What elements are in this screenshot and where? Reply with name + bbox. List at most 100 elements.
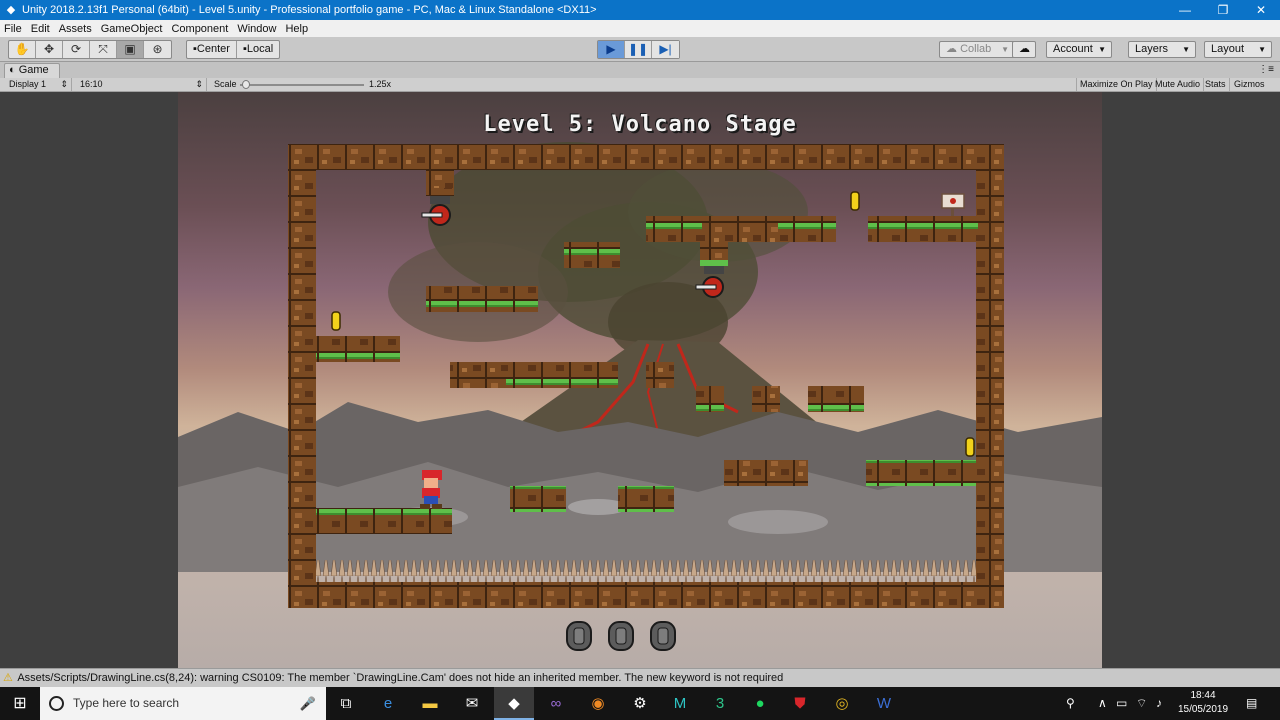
aspect-label: 16:10 [80, 79, 103, 89]
layers-dropdown[interactable]: Layers ▼ [1128, 41, 1196, 58]
move-tool-icon[interactable]: ✥ [36, 41, 63, 58]
windows-start-icon[interactable]: ⊞ [0, 687, 40, 720]
rotate-tool-icon[interactable]: ⟳ [63, 41, 90, 58]
unity-logo-icon: ◆ [6, 4, 16, 16]
edge-icon[interactable]: e [368, 687, 408, 720]
task-view-icon[interactable]: ⧉ [326, 687, 366, 720]
chevron-down-icon: ▼ [1258, 45, 1266, 54]
warning-icon: ⚠ [3, 672, 13, 684]
exit-sign [941, 193, 965, 216]
display-label: Display 1 [9, 79, 47, 89]
coin-slot [608, 621, 634, 651]
game-view-bar: Display 1 ⇕ 16:10 ⇕ Scale 1.25x Maximize… [0, 78, 1280, 92]
menu-edit[interactable]: Edit [31, 23, 50, 35]
chevron-up-icon[interactable]: ∧ [1098, 687, 1107, 720]
3ds-max-icon[interactable]: 3 [700, 687, 740, 720]
blender-icon[interactable]: ◉ [578, 687, 618, 720]
word-icon[interactable]: W [864, 687, 904, 720]
step-button-icon[interactable]: ▶| [652, 41, 679, 58]
network-icon[interactable]: ⌔ [1136, 687, 1147, 720]
scale-label: Scale [214, 79, 237, 89]
file-explorer-icon[interactable]: ▬ [410, 687, 450, 720]
gizmos-dropdown[interactable]: Gizmos [1231, 78, 1268, 91]
play-controls: ▶ ❚❚ ▶| [597, 40, 680, 59]
console-status-bar[interactable]: ⚠ Assets/Scripts/DrawingLine.cs(8,24): w… [0, 668, 1280, 687]
visual-studio-icon[interactable]: ∞ [536, 687, 576, 720]
mute-audio-toggle[interactable]: Mute Audio [1152, 78, 1205, 91]
stats-toggle[interactable]: Stats [1202, 78, 1230, 91]
chevron-updown-icon: ⇕ [195, 79, 203, 89]
main-toolbar: ✋ ✥ ⟳ ⤧ ▣ ⊛ ▪Center ▪Local ▶ ❚❚ ▶| ☁ Col… [0, 37, 1280, 62]
scale-slider[interactable] [240, 84, 364, 86]
menu-component[interactable]: Component [171, 23, 228, 35]
scale-slider-handle[interactable] [242, 80, 251, 89]
transform-tool-icon[interactable]: ⊛ [144, 41, 171, 58]
unity-icon[interactable]: ◆ [494, 687, 534, 720]
level-title: Level 5: Volcano Stage [483, 112, 797, 137]
clock-time: 18:44 [1190, 690, 1216, 701]
game-viewport: Level 5: Volcano Stage [0, 92, 1280, 668]
hand-tool-icon[interactable]: ✋ [9, 41, 36, 58]
pivot-center-button[interactable]: ▪Center [187, 41, 237, 58]
steam-icon[interactable]: ⚙ [620, 687, 660, 720]
menu-assets[interactable]: Assets [59, 23, 92, 35]
tab-menu-icon[interactable]: ⋮≡ [1258, 64, 1274, 75]
transform-tools: ✋ ✥ ⟳ ⤧ ▣ ⊛ [8, 40, 172, 59]
maximize-on-play-toggle[interactable]: Maximize On Play [1076, 78, 1157, 91]
mail-icon[interactable]: ✉ [452, 687, 492, 720]
cloud-button[interactable]: ☁ [1012, 41, 1036, 58]
mcafee-icon[interactable]: ⛊ [780, 687, 820, 720]
windows-taskbar: ⊞ Type here to search 🎤 ⧉ e ▬ ✉ ◆ ∞ ◉ ⚙ … [0, 687, 1280, 720]
pivot-toggles: ▪Center ▪Local [186, 40, 281, 59]
maya-icon[interactable]: M [660, 687, 700, 720]
coin-counter [566, 621, 676, 651]
scale-value: 1.25x [369, 79, 392, 89]
coin [850, 191, 860, 211]
menu-gameobject[interactable]: GameObject [101, 23, 163, 35]
coin [965, 437, 975, 457]
layers-label: Layers [1135, 43, 1169, 55]
pivot-local-button[interactable]: ▪Local [237, 41, 279, 58]
pivot-center-label: Center [196, 43, 230, 55]
aspect-dropdown[interactable]: 16:10 ⇕ [77, 78, 207, 91]
menu-bar: File Edit Assets GameObject Component Wi… [0, 20, 1280, 37]
chevron-down-icon: ▼ [1098, 45, 1106, 54]
spotify-icon[interactable]: ● [740, 687, 780, 720]
microphone-icon[interactable]: 🎤 [300, 687, 316, 720]
chrome-icon[interactable]: ◎ [822, 687, 862, 720]
notifications-icon[interactable]: ▤ [1246, 687, 1257, 720]
display-dropdown[interactable]: Display 1 ⇕ [6, 78, 72, 91]
game-tab-label: Game [18, 64, 49, 76]
maximize-button[interactable]: ❐ [1204, 0, 1242, 20]
layout-dropdown[interactable]: Layout ▼ [1204, 41, 1272, 58]
console-message: Assets/Scripts/DrawingLine.cs(8,24): war… [17, 672, 784, 684]
menu-file[interactable]: File [4, 23, 22, 35]
account-dropdown[interactable]: Account ▼ [1046, 41, 1112, 58]
chevron-updown-icon: ⇕ [60, 79, 68, 89]
menu-window[interactable]: Window [237, 23, 276, 35]
volume-icon[interactable]: ♪ [1156, 687, 1162, 720]
rect-tool-icon[interactable]: ▣ [117, 41, 144, 58]
people-icon[interactable]: ⚲ [1066, 687, 1075, 720]
title-bar: ◆ Unity 2018.2.13f1 Personal (64bit) - L… [0, 0, 1280, 20]
cloud-icon: ☁ [1019, 43, 1030, 55]
pause-button-icon[interactable]: ❚❚ [625, 41, 652, 58]
play-button-icon[interactable]: ▶ [598, 41, 625, 58]
close-button[interactable]: ✕ [1242, 0, 1280, 20]
tab-game[interactable]: ◐ Game [4, 63, 60, 78]
taskbar-clock[interactable]: 18:44 15/05/2019 [1168, 689, 1238, 717]
game-render[interactable]: Level 5: Volcano Stage [178, 92, 1102, 668]
tab-bar: ◐ Game ⋮≡ [0, 62, 1280, 78]
scale-tool-icon[interactable]: ⤧ [90, 41, 117, 58]
collab-button[interactable]: ☁ Collab ▼ [939, 41, 1015, 58]
collab-label: Collab [960, 43, 992, 55]
pivot-local-label: Local [246, 43, 274, 55]
taskbar-search-input[interactable]: Type here to search 🎤 [40, 687, 326, 720]
cortana-icon [49, 696, 64, 711]
game-tab-icon: ◐ [9, 64, 16, 76]
minimize-button[interactable]: — [1166, 0, 1204, 20]
battery-icon[interactable]: ▭ [1116, 687, 1127, 720]
menu-help[interactable]: Help [285, 23, 308, 35]
spike-row [316, 560, 976, 582]
clock-date: 15/05/2019 [1177, 704, 1229, 715]
